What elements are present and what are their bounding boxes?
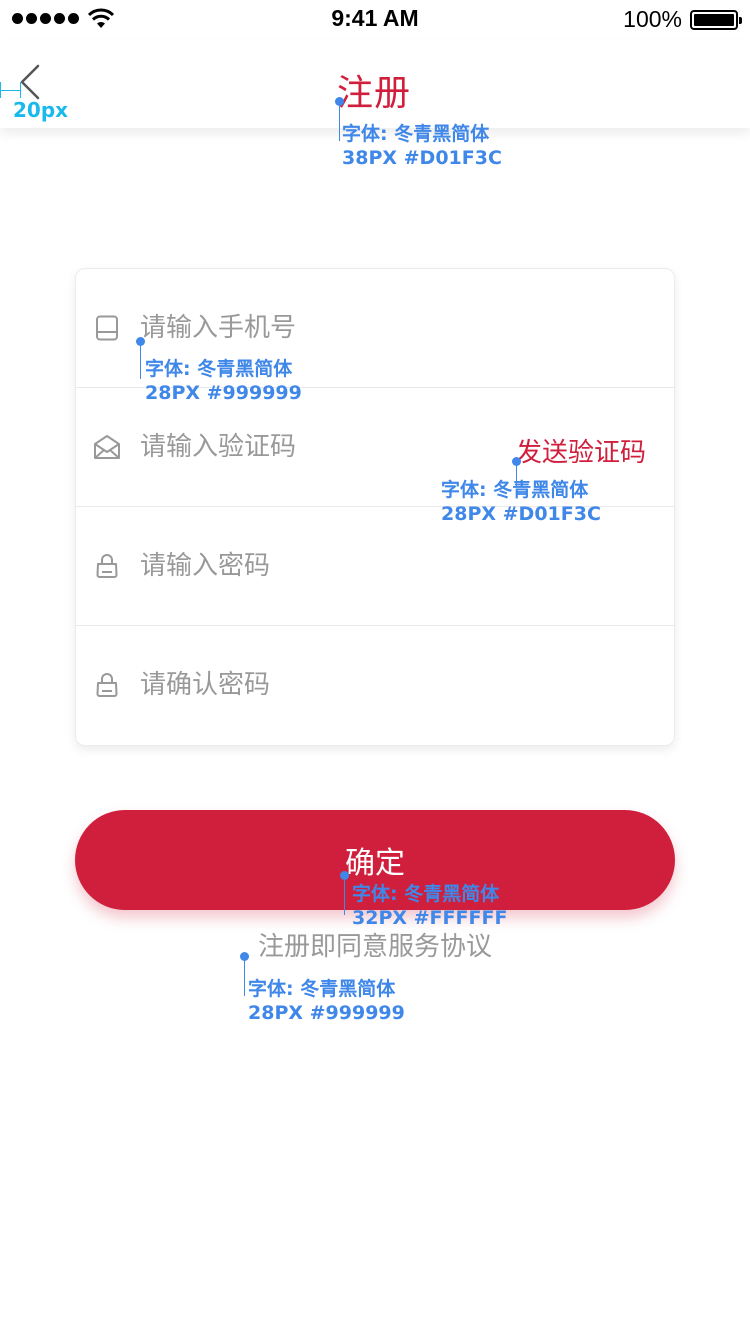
battery-icon	[690, 10, 742, 30]
title-annotation-font: 字体: 冬青黑简体	[342, 123, 490, 145]
phone-annotation-spec: 28PX #999999	[145, 382, 302, 404]
nav-bar: 注册	[0, 40, 750, 128]
status-bar: 9:41 AM 100%	[0, 0, 750, 40]
send-code-button[interactable]: 发送验证码	[516, 432, 646, 469]
back-margin-label: 20px	[13, 98, 69, 122]
verification-code-input[interactable]	[140, 424, 480, 470]
title-annotation-spec: 38PX #D01F3C	[342, 147, 502, 169]
battery-percentage: 100%	[623, 6, 682, 32]
phone-icon	[96, 315, 118, 341]
confirm-password-row	[76, 626, 674, 745]
agreement-annotation-font: 字体: 冬青黑简体	[248, 978, 396, 1000]
page-title: 注册	[337, 73, 412, 114]
envelope-icon	[94, 435, 120, 459]
phone-annotation-font: 字体: 冬青黑简体	[145, 358, 293, 380]
submit-annotation-spec: 32PX #FFFFFF	[352, 907, 508, 929]
send-code-annotation-spec: 28PX #D01F3C	[441, 503, 601, 525]
submit-annotation-font: 字体: 冬青黑简体	[352, 883, 500, 905]
confirm-password-input[interactable]	[140, 662, 500, 708]
agreement-annotation-spec: 28PX #999999	[248, 1002, 405, 1024]
send-code-annotation-font: 字体: 冬青黑简体	[441, 479, 589, 501]
password-input[interactable]	[140, 543, 500, 589]
lock-icon	[96, 554, 118, 578]
phone-input[interactable]	[140, 305, 500, 351]
service-agreement-link[interactable]: 注册即同意服务协议	[0, 926, 750, 963]
lock-icon	[96, 673, 118, 697]
